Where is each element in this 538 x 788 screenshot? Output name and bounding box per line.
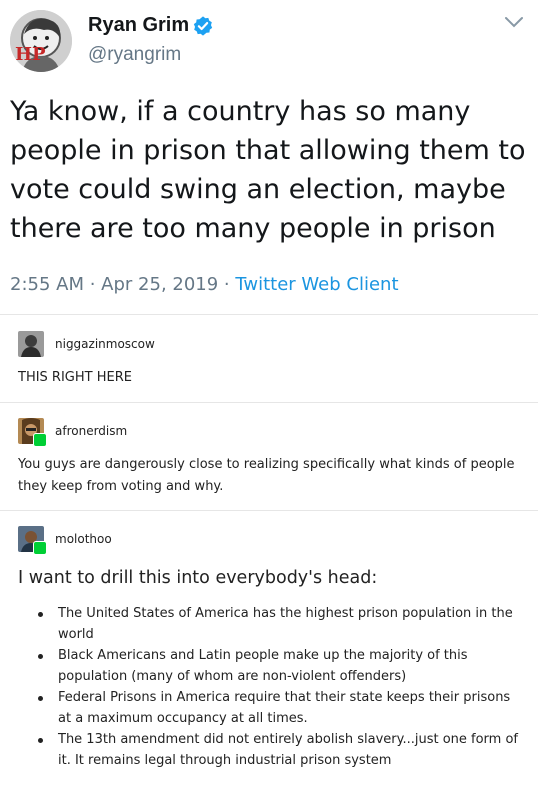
meta-separator: ·	[218, 274, 236, 295]
divider	[0, 510, 538, 511]
verified-badge-icon	[193, 16, 213, 36]
tweet-date[interactable]: Apr 25, 2019	[101, 274, 218, 295]
divider	[0, 314, 538, 315]
post-headline: I want to drill this into everybody's he…	[18, 568, 378, 588]
username[interactable]: molothoo	[55, 532, 112, 546]
avatar-image: HP	[10, 10, 72, 72]
divider	[0, 402, 538, 403]
chevron-down-icon[interactable]	[503, 14, 525, 30]
list-item: The United States of America has the hig…	[38, 603, 518, 645]
author-avatar[interactable]: HP	[10, 10, 72, 72]
username[interactable]: afronerdism	[55, 424, 127, 438]
svg-text:HP: HP	[15, 44, 46, 65]
tweet-card: HP Ryan Grim @ryangrim Ya know, if a cou…	[0, 0, 538, 314]
username[interactable]: niggazinmoscow	[55, 337, 155, 351]
post-text: You guys are dangerously close to realiz…	[18, 457, 515, 494]
post-text: THIS RIGHT HERE	[18, 370, 132, 385]
list-item: Black Americans and Latin people make up…	[38, 645, 518, 687]
list-item: The 13th amendment did not entirely abol…	[38, 729, 518, 771]
list-item: Federal Prisons in America require that …	[38, 687, 518, 729]
tweet-text: Ya know, if a country has so many people…	[10, 96, 526, 244]
tweet-client[interactable]: Twitter Web Client	[235, 274, 398, 295]
author-handle[interactable]: @ryangrim	[88, 44, 181, 66]
reblog-icon	[33, 541, 47, 555]
avatar-image	[18, 331, 44, 357]
tweet-time[interactable]: 2:55 AM	[10, 274, 84, 295]
meta-separator: ·	[84, 274, 102, 295]
reblog-icon	[33, 433, 47, 447]
user-avatar[interactable]	[18, 331, 44, 357]
bullet-list: The United States of America has the hig…	[38, 603, 518, 771]
tweet-meta: 2:55 AM · Apr 25, 2019 · Twitter Web Cli…	[10, 274, 399, 295]
author-name[interactable]: Ryan Grim	[88, 14, 189, 37]
